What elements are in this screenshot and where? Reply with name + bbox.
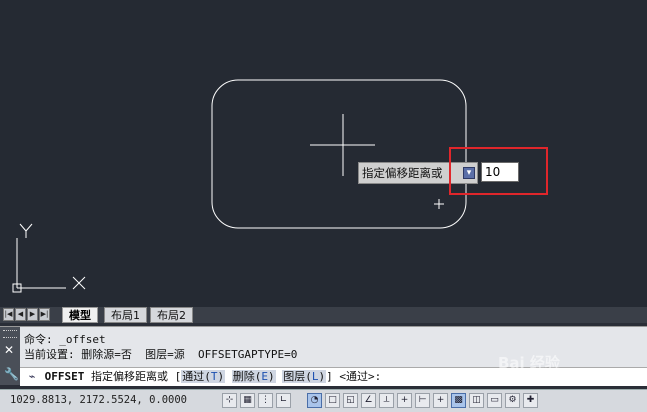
- last-tab-icon[interactable]: ▶|: [39, 308, 50, 321]
- annotation-monitor-icon[interactable]: ▭: [487, 393, 502, 408]
- command-name: OFFSET: [44, 370, 85, 383]
- snap-mode-icon[interactable]: ⋮: [258, 393, 273, 408]
- watermark-url: jingyan.baidu.com: [500, 372, 584, 382]
- polar-tracking-icon[interactable]: ◔: [307, 393, 322, 408]
- ucs-x-label: [72, 276, 86, 290]
- command-history-line-2: 当前设置: 删除源=否 图层=源 OFFSETGAPTYPE=0: [24, 348, 298, 361]
- transparency-icon[interactable]: +: [433, 393, 448, 408]
- model-space-icon[interactable]: ⊹: [222, 393, 237, 408]
- coordinate-readout: 1029.8813, 2172.5524, 0.0000: [10, 394, 188, 406]
- first-tab-icon[interactable]: |◀: [3, 308, 14, 321]
- prev-tab-icon[interactable]: ◀: [15, 308, 26, 321]
- tab-model[interactable]: 模型: [62, 307, 98, 323]
- object-snap-tracking-icon[interactable]: ∠: [361, 393, 376, 408]
- bracket-close: ]: [326, 370, 333, 383]
- watermark-logo: Bai 经验: [498, 354, 560, 372]
- command-history-line-1: 命令: _offset: [24, 333, 106, 346]
- wrench-icon[interactable]: 🔧: [4, 367, 19, 381]
- tab-model-label: 模型: [69, 309, 91, 322]
- tab-layout2-label: 布局2: [157, 309, 186, 322]
- canvas-geometry: [12, 79, 467, 293]
- selection-cycling-icon[interactable]: ◫: [469, 393, 484, 408]
- command-window-side: ✕ 🔧: [0, 327, 20, 385]
- command-prompt-text: 指定偏移距离或: [91, 370, 168, 383]
- option-through-label: 通过: [182, 370, 205, 383]
- option-erase-label: 删除: [232, 370, 255, 383]
- tab-layout1[interactable]: 布局1: [104, 307, 147, 323]
- grip-handle-icon[interactable]: [3, 330, 17, 338]
- dynamic-input-icon[interactable]: +: [397, 393, 412, 408]
- workspace-icon[interactable]: ⚙: [505, 393, 520, 408]
- tab-layout2[interactable]: 布局2: [150, 307, 193, 323]
- ucs-y-label: [19, 223, 33, 238]
- tooltip-prompt-text: 指定偏移距离或: [362, 166, 443, 180]
- grid-display-icon[interactable]: ▦: [240, 393, 255, 408]
- 3d-object-snap-icon[interactable]: ◱: [343, 393, 358, 408]
- option-through-key: T: [210, 370, 218, 383]
- tab-layout1-label: 布局1: [111, 309, 140, 322]
- highlight-annotation-box: [449, 147, 548, 195]
- command-prompt-icon: ⌁: [28, 370, 36, 383]
- close-icon[interactable]: ✕: [4, 343, 14, 357]
- plus-icon[interactable]: ✚: [523, 393, 538, 408]
- option-through[interactable]: 通过(T): [181, 370, 226, 383]
- drawing-canvas[interactable]: 指定偏移距离或 ▾ 10: [0, 0, 647, 307]
- command-default: <通过>:: [339, 370, 382, 383]
- option-layer-key: L: [311, 370, 319, 383]
- lineweight-icon[interactable]: ⊢: [415, 393, 430, 408]
- option-layer[interactable]: 图层(L): [282, 370, 327, 383]
- status-bar: 1029.8813, 2172.5524, 0.0000 ⊹ ▦ ⋮ ∟ ◔ □…: [0, 389, 647, 412]
- dynamic-ucs-icon[interactable]: ⟂: [379, 393, 394, 408]
- next-tab-icon[interactable]: ▶: [27, 308, 38, 321]
- option-layer-label: 图层: [283, 370, 306, 383]
- rounded-rectangle[interactable]: [211, 79, 467, 229]
- quick-properties-icon[interactable]: ▩: [451, 393, 466, 408]
- ortho-mode-icon[interactable]: ∟: [276, 393, 291, 408]
- option-erase-key: E: [261, 370, 268, 383]
- object-snap-icon[interactable]: □: [325, 393, 340, 408]
- option-erase[interactable]: 删除(E): [231, 370, 276, 383]
- layout-tab-bar: |◀ ◀ ▶ ▶| 模型 布局1 布局2: [0, 307, 647, 323]
